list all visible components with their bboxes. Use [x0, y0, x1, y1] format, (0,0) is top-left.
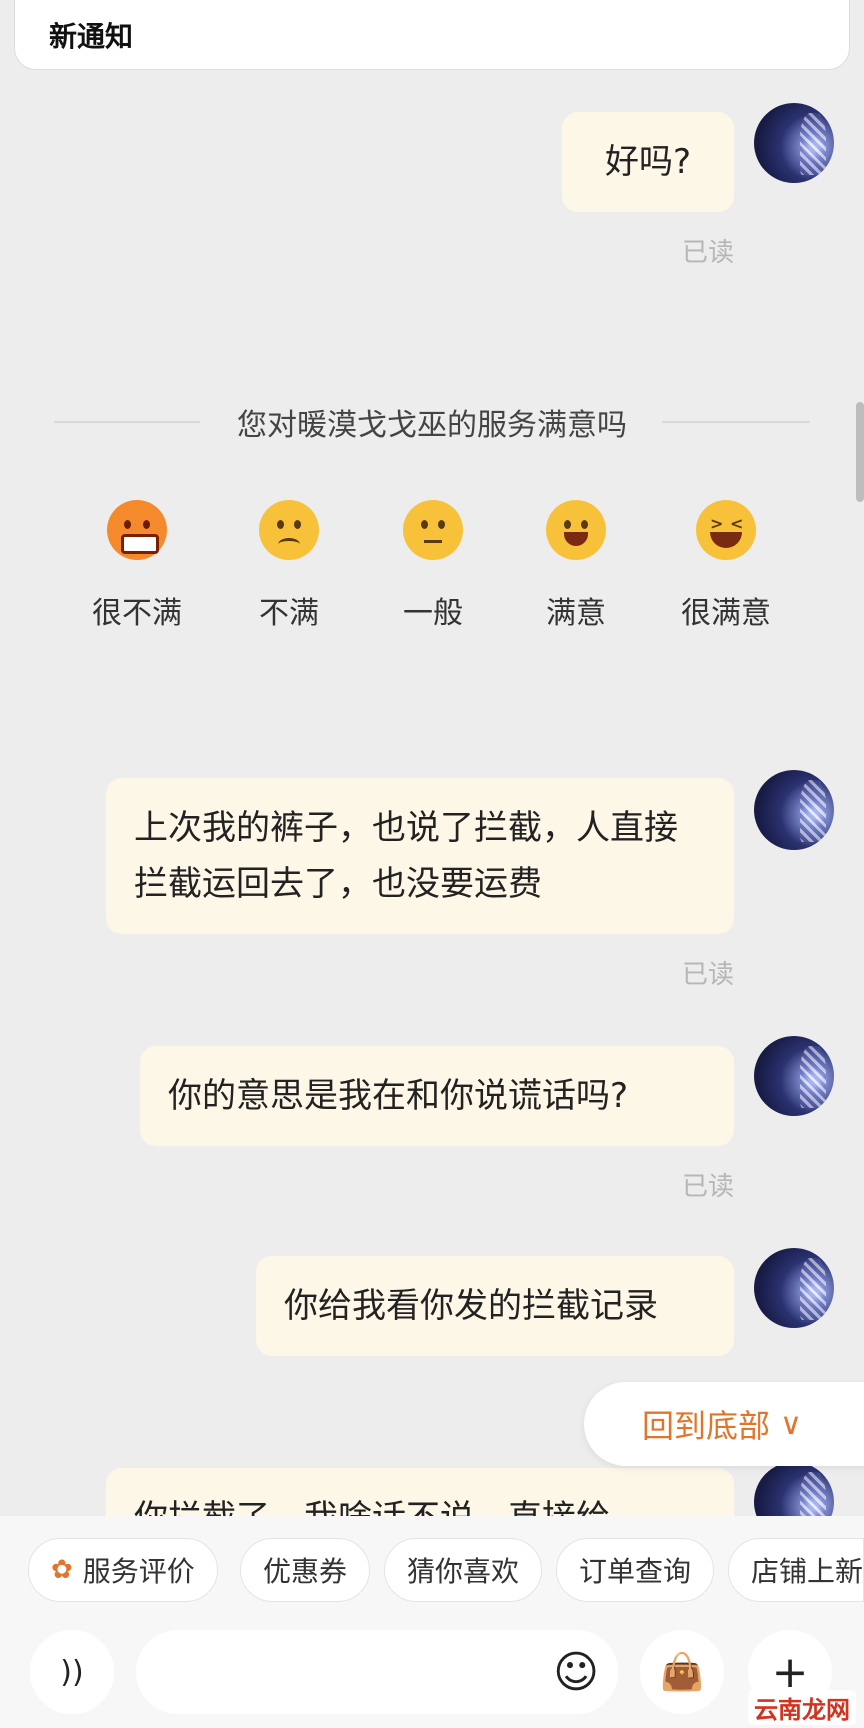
- user-avatar[interactable]: [754, 770, 834, 850]
- quick-action-label: 优惠券: [263, 1555, 348, 1588]
- read-status: 已读: [681, 1172, 734, 1202]
- back-to-bottom-label: 回到底部: [642, 1407, 771, 1445]
- quick-action-coupons[interactable]: 优惠券: [240, 1538, 371, 1602]
- message-bubble[interactable]: 你的意思是我在和你说谎话吗?: [140, 1046, 734, 1146]
- message-bubble[interactable]: 上次我的裤子，也说了拦截，人直接拦截运回去了，也没要运费: [106, 778, 734, 934]
- frown-face-icon: [259, 500, 319, 560]
- emoji-icon: ☺: [553, 1646, 599, 1698]
- rating-label: 满意: [546, 596, 606, 631]
- flower-icon: ✿: [51, 1555, 73, 1585]
- survey-title: 您对暖漠戈戈巫的服务满意吗: [237, 408, 627, 443]
- quick-action-label: 订单查询: [579, 1555, 692, 1588]
- message-bubble[interactable]: 好吗?: [562, 112, 734, 212]
- quick-action-new-arrivals[interactable]: 店铺上新: [728, 1538, 864, 1602]
- rating-label: 很不满: [92, 596, 182, 631]
- quick-action-label: 猜你喜欢: [407, 1555, 520, 1588]
- user-avatar[interactable]: [754, 1036, 834, 1116]
- rating-option-very-dissatisfied[interactable]: 很不满: [77, 500, 197, 632]
- quick-action-recommendations[interactable]: 猜你喜欢: [384, 1538, 543, 1602]
- user-avatar[interactable]: [754, 1248, 834, 1328]
- message-text: 好吗?: [604, 142, 692, 182]
- read-status: 已读: [681, 238, 734, 268]
- shopping-bag-button[interactable]: 👜: [640, 1630, 724, 1714]
- double-chevron-down-icon: ∨: [780, 1406, 802, 1442]
- scrollbar[interactable]: [856, 402, 864, 502]
- message-text: 上次我的裤子，也说了拦截，人直接拦截运回去了，也没要运费: [134, 808, 678, 904]
- rating-option-very-satisfied[interactable]: > < 很满意: [666, 500, 786, 632]
- quick-action-order-query[interactable]: 订单查询: [556, 1538, 715, 1602]
- quick-action-service-rating[interactable]: ✿ 服务评价: [28, 1538, 218, 1602]
- quick-action-label: 店铺上新: [751, 1555, 864, 1588]
- notification-title: 新通知: [49, 20, 134, 53]
- shopping-bag-icon: 👜: [659, 1652, 705, 1693]
- quick-action-label: 服务评价: [82, 1555, 195, 1588]
- rating-label: 不满: [259, 596, 319, 631]
- message-text: 你给我看你发的拦截记录: [284, 1286, 658, 1326]
- voice-button[interactable]: )): [30, 1630, 114, 1714]
- message-text: 你的意思是我在和你说谎话吗?: [168, 1076, 629, 1116]
- rating-option-dissatisfied[interactable]: 不满: [229, 500, 349, 632]
- notification-card[interactable]: 新通知: [14, 0, 850, 70]
- message-bubble[interactable]: 你给我看你发的拦截记录: [256, 1256, 734, 1356]
- rating-label: 一般: [403, 596, 463, 631]
- back-to-bottom-button[interactable]: 回到底部 ∨: [584, 1382, 864, 1466]
- neutral-face-icon: [403, 500, 463, 560]
- angry-face-icon: [107, 500, 167, 560]
- voice-icon: )): [60, 1654, 84, 1690]
- watermark: 云南龙网: [748, 1690, 856, 1725]
- user-avatar[interactable]: [754, 103, 834, 183]
- rating-option-satisfied[interactable]: 满意: [516, 500, 636, 632]
- laugh-face-icon: > <: [696, 500, 756, 560]
- emoji-button[interactable]: ☺: [534, 1630, 618, 1714]
- rating-label: 很满意: [681, 596, 771, 631]
- smile-face-icon: [546, 500, 606, 560]
- rating-option-neutral[interactable]: 一般: [373, 500, 493, 632]
- read-status: 已读: [681, 960, 734, 990]
